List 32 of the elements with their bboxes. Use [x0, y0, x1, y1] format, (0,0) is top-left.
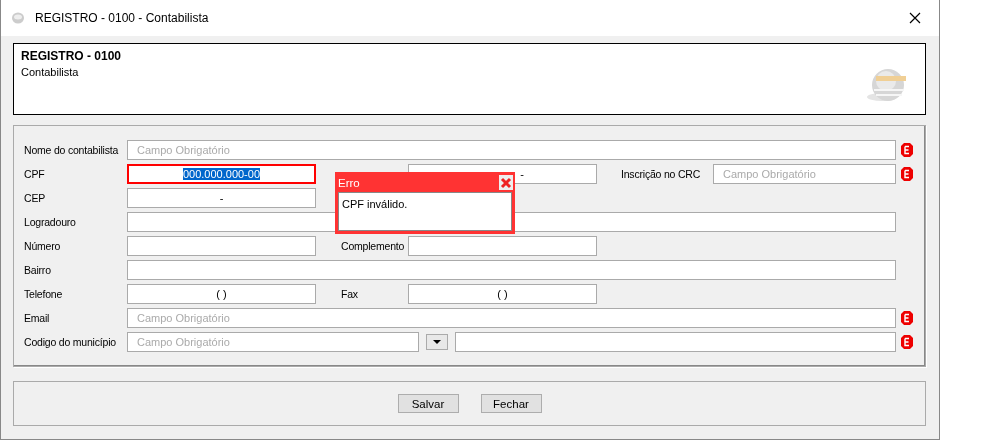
close-icon [500, 176, 512, 189]
action-button[interactable]: Salvar [397, 394, 459, 413]
dropdown-button[interactable] [426, 334, 448, 350]
field-label: Codigo do município [24, 336, 116, 348]
field-label: Email [24, 312, 50, 324]
header-title: REGISTRO - 0100 [21, 49, 123, 63]
input-field[interactable] [455, 332, 896, 352]
field-label: Telefone [24, 288, 63, 300]
input-field[interactable]: 000.000.000-00 [127, 164, 316, 184]
input-field[interactable]: ( ) [408, 284, 597, 304]
input-field[interactable]: ( ) [127, 284, 316, 304]
popup-message: CPF inválido. [338, 192, 512, 231]
field-label: Bairro [24, 264, 51, 276]
popup-title: Erro [338, 176, 360, 189]
field-label: Fax [341, 288, 358, 300]
input-field[interactable] [408, 236, 597, 256]
app-icon [11, 12, 25, 24]
field-label: CEP [24, 192, 45, 204]
action-button[interactable]: Fechar [480, 394, 542, 413]
caret-icon [433, 340, 441, 344]
close-icon [909, 12, 921, 24]
input-field[interactable] [127, 236, 316, 256]
input-field[interactable]: - [127, 188, 316, 208]
field-label: CPF [24, 168, 45, 180]
field-label: Complemento [341, 240, 405, 252]
header-subtitle: Contabilista [21, 66, 80, 78]
input-field[interactable] [127, 260, 896, 280]
field-label: Logradouro [24, 216, 76, 228]
window-title: REGISTRO - 0100 - Contabilista [35, 11, 210, 25]
field-label: Nome do contabilista [24, 144, 119, 156]
field-label: Inscrição no CRC [621, 168, 701, 180]
field-label: Número [24, 240, 61, 252]
